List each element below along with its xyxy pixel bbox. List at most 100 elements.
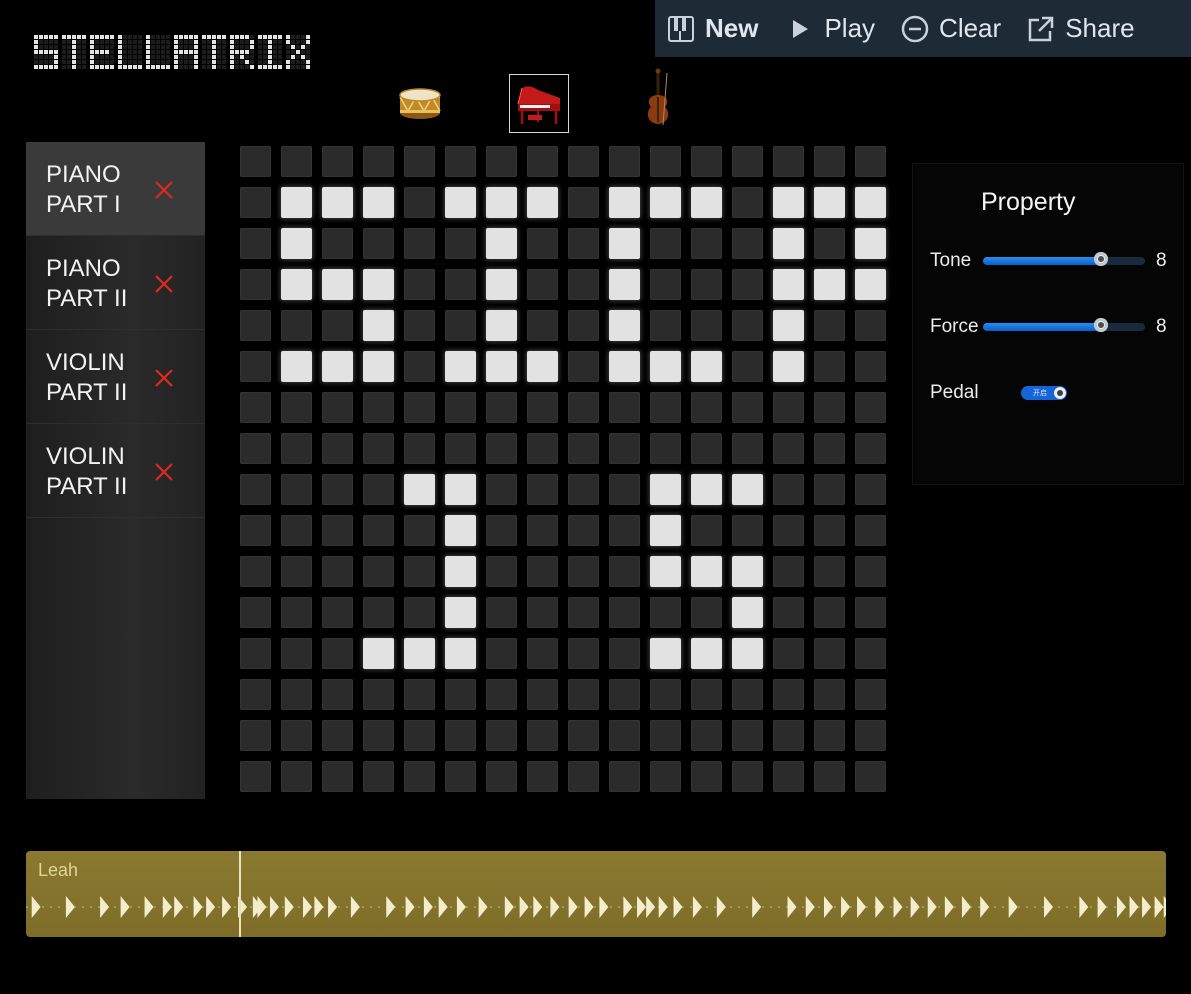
grid-cell[interactable]	[773, 474, 804, 505]
grid-cell[interactable]	[281, 761, 312, 792]
grid-cell[interactable]	[363, 310, 394, 341]
grid-cell[interactable]	[486, 556, 517, 587]
grid-cell[interactable]	[814, 310, 845, 341]
grid-cell[interactable]	[609, 269, 640, 300]
track-item[interactable]: VIOLIN PART II	[26, 330, 205, 424]
grid-cell[interactable]	[609, 720, 640, 751]
grid-cell[interactable]	[322, 351, 353, 382]
grid-cell[interactable]	[240, 392, 271, 423]
grid-cell[interactable]	[855, 433, 886, 464]
share-button[interactable]: Share	[1019, 0, 1142, 57]
grid-cell[interactable]	[568, 638, 599, 669]
grid-cell[interactable]	[650, 228, 681, 259]
grid-cell[interactable]	[486, 720, 517, 751]
grid-cell[interactable]	[773, 228, 804, 259]
grid-cell[interactable]	[322, 720, 353, 751]
grid-cell[interactable]	[773, 638, 804, 669]
grid-cell[interactable]	[773, 433, 804, 464]
grid-cell[interactable]	[732, 597, 763, 628]
grid-cell[interactable]	[609, 679, 640, 710]
grid-cell[interactable]	[322, 679, 353, 710]
grid-cell[interactable]	[814, 351, 845, 382]
grid-cell[interactable]	[486, 269, 517, 300]
grid-cell[interactable]	[486, 597, 517, 628]
grid-cell[interactable]	[445, 720, 476, 751]
grid-cell[interactable]	[527, 720, 558, 751]
grid-cell[interactable]	[609, 515, 640, 546]
grid-cell[interactable]	[445, 146, 476, 177]
grid-cell[interactable]	[527, 392, 558, 423]
grid-cell[interactable]	[281, 146, 312, 177]
grid-cell[interactable]	[650, 597, 681, 628]
grid-cell[interactable]	[445, 761, 476, 792]
close-icon[interactable]	[153, 179, 175, 201]
grid-cell[interactable]	[404, 679, 435, 710]
grid-cell[interactable]	[486, 433, 517, 464]
grid-cell[interactable]	[322, 515, 353, 546]
grid-cell[interactable]	[527, 310, 558, 341]
grid-cell[interactable]	[445, 187, 476, 218]
grid-cell[interactable]	[650, 392, 681, 423]
grid-cell[interactable]	[363, 515, 394, 546]
grid-cell[interactable]	[281, 515, 312, 546]
grid-cell[interactable]	[404, 556, 435, 587]
grid-cell[interactable]	[650, 474, 681, 505]
grid-cell[interactable]	[568, 146, 599, 177]
grid-cell[interactable]	[732, 433, 763, 464]
grid-cell[interactable]	[527, 187, 558, 218]
grid-cell[interactable]	[240, 679, 271, 710]
grid-cell[interactable]	[527, 146, 558, 177]
grid-cell[interactable]	[691, 433, 722, 464]
grid-cell[interactable]	[445, 474, 476, 505]
force-slider-knob[interactable]	[1094, 318, 1109, 332]
grid-cell[interactable]	[814, 146, 845, 177]
grid-cell[interactable]	[240, 351, 271, 382]
grid-cell[interactable]	[732, 310, 763, 341]
grid-cell[interactable]	[363, 187, 394, 218]
grid-cell[interactable]	[732, 556, 763, 587]
grid-cell[interactable]	[404, 310, 435, 341]
grid-cell[interactable]	[609, 474, 640, 505]
grid-cell[interactable]	[814, 515, 845, 546]
grid-cell[interactable]	[445, 392, 476, 423]
grid-cell[interactable]	[732, 474, 763, 505]
grid-cell[interactable]	[650, 761, 681, 792]
force-slider[interactable]	[983, 318, 1145, 332]
grid-cell[interactable]	[281, 310, 312, 341]
grid-cell[interactable]	[527, 515, 558, 546]
grid-cell[interactable]	[404, 720, 435, 751]
grid-cell[interactable]	[732, 187, 763, 218]
grid-cell[interactable]	[650, 269, 681, 300]
grid-cell[interactable]	[445, 597, 476, 628]
grid-cell[interactable]	[363, 720, 394, 751]
grid-cell[interactable]	[363, 474, 394, 505]
grid-cell[interactable]	[855, 310, 886, 341]
grid-cell[interactable]	[363, 146, 394, 177]
grid-cell[interactable]	[773, 679, 804, 710]
grid-cell[interactable]	[486, 679, 517, 710]
grid-cell[interactable]	[650, 515, 681, 546]
grid-cell[interactable]	[732, 761, 763, 792]
grid-cell[interactable]	[855, 392, 886, 423]
grid-cell[interactable]	[281, 269, 312, 300]
grid-cell[interactable]	[568, 556, 599, 587]
grid-cell[interactable]	[281, 720, 312, 751]
grid-cell[interactable]	[814, 392, 845, 423]
grid-cell[interactable]	[691, 392, 722, 423]
grid-cell[interactable]	[363, 597, 394, 628]
grid-cell[interactable]	[240, 310, 271, 341]
grid-cell[interactable]	[773, 761, 804, 792]
grid-cell[interactable]	[650, 433, 681, 464]
grid-cell[interactable]	[814, 638, 845, 669]
grid-cell[interactable]	[527, 761, 558, 792]
grid-cell[interactable]	[527, 638, 558, 669]
drum-selector[interactable]	[393, 76, 447, 132]
grid-cell[interactable]	[486, 474, 517, 505]
grid-cell[interactable]	[650, 720, 681, 751]
grid-cell[interactable]	[281, 556, 312, 587]
grid-cell[interactable]	[363, 392, 394, 423]
grid-cell[interactable]	[322, 761, 353, 792]
grid-cell[interactable]	[773, 310, 804, 341]
grid-cell[interactable]	[609, 597, 640, 628]
grid-cell[interactable]	[445, 679, 476, 710]
